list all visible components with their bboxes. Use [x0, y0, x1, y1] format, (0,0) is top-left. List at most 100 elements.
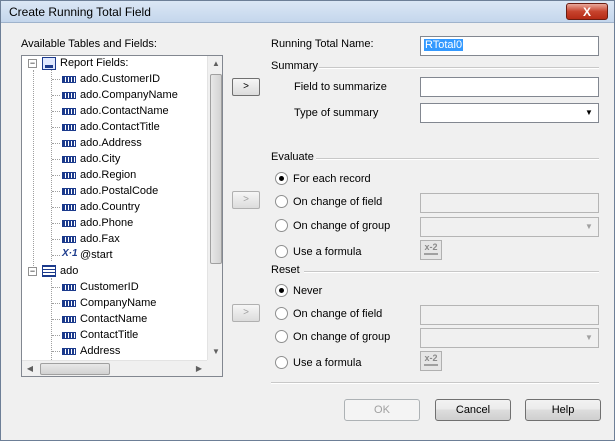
- collapse-icon[interactable]: −: [28, 59, 37, 68]
- horizontal-scrollbar[interactable]: ◀ ▶: [22, 360, 207, 376]
- field-label: ado.Region: [80, 169, 137, 181]
- ok-button[interactable]: OK: [344, 399, 420, 421]
- field-label: ContactTitle: [80, 329, 139, 341]
- reset-group-select[interactable]: ▼: [420, 328, 599, 348]
- tree-item-field[interactable]: Address: [52, 344, 207, 360]
- tree-item-field[interactable]: ado.ContactName: [52, 104, 207, 120]
- field-label: Address: [80, 345, 121, 357]
- title-bar: Create Running Total Field X: [1, 1, 614, 23]
- tree-item-field[interactable]: ado.PostalCode: [52, 184, 207, 200]
- add-reset-field-button[interactable]: >: [232, 304, 260, 322]
- evaluate-divider: [316, 158, 599, 160]
- help-button[interactable]: Help: [525, 399, 601, 421]
- evaluate-option-label: On change of field: [293, 196, 383, 208]
- scrollbar-thumb[interactable]: [40, 363, 110, 375]
- tree-item-field[interactable]: ado.City: [52, 152, 207, 168]
- field-icon: [62, 348, 76, 355]
- field-label: ado.City: [80, 153, 121, 165]
- field-icon: [62, 220, 76, 227]
- field-icon: [62, 188, 76, 195]
- tree-item-field[interactable]: ado.Country: [52, 200, 207, 216]
- vertical-scrollbar[interactable]: ▲ ▼: [207, 56, 222, 360]
- tree-node-report-fields[interactable]: − Report Fields:: [28, 56, 208, 72]
- tree-item-field[interactable]: ado.Phone: [52, 216, 207, 232]
- reset-option-label: On change of group: [293, 331, 391, 343]
- tree-line: [33, 70, 34, 270]
- formula-editor-icon: x-2: [424, 242, 438, 252]
- tree-item-field[interactable]: ado.Address: [52, 136, 207, 152]
- field-icon: [62, 124, 76, 131]
- reset-field-input[interactable]: [420, 305, 599, 325]
- field-icon: [62, 140, 76, 147]
- reset-formula-editor-button[interactable]: x-2: [420, 351, 442, 371]
- chevron-down-icon[interactable]: ▼: [581, 219, 597, 235]
- scroll-up-icon[interactable]: ▲: [208, 56, 222, 72]
- evaluate-use-formula-radio[interactable]: [275, 245, 288, 258]
- reset-divider: [304, 271, 599, 273]
- field-label: CustomerID: [80, 281, 139, 293]
- field-label: ado.Country: [80, 201, 140, 213]
- cancel-button[interactable]: Cancel: [435, 399, 511, 421]
- evaluate-for-each-record-radio[interactable]: [275, 172, 288, 185]
- tree-item-field[interactable]: ado.Region: [52, 168, 207, 184]
- evaluate-option-label: On change of group: [293, 220, 391, 232]
- reset-on-change-of-field-radio[interactable]: [275, 307, 288, 320]
- tree-item-field[interactable]: ado.ContactTitle: [52, 120, 207, 136]
- evaluate-field-input[interactable]: [420, 193, 599, 213]
- tree-item-field[interactable]: CustomerID: [52, 280, 207, 296]
- field-label: ado.ContactTitle: [80, 121, 160, 133]
- field-icon: [62, 76, 76, 83]
- field-icon: [62, 156, 76, 163]
- add-evaluate-field-button[interactable]: >: [232, 191, 260, 209]
- create-running-total-dialog: Create Running Total Field X Available T…: [0, 0, 615, 441]
- close-button[interactable]: X: [566, 3, 608, 20]
- evaluate-on-change-of-group-radio[interactable]: [275, 219, 288, 232]
- reset-never-radio[interactable]: [275, 284, 288, 297]
- reset-use-formula-radio[interactable]: [275, 356, 288, 369]
- field-label: CompanyName: [80, 297, 157, 309]
- tree-item-field[interactable]: ado.CompanyName: [52, 88, 207, 104]
- field-icon: [62, 284, 76, 291]
- tree-node-ado[interactable]: − ado: [28, 264, 208, 280]
- tree-item-field[interactable]: CompanyName: [52, 296, 207, 312]
- chevron-down-icon[interactable]: ▼: [581, 330, 597, 346]
- fields-tree[interactable]: − Report Fields: ado.CustomerID ado.Compa…: [21, 55, 223, 377]
- scrollbar-thumb[interactable]: [210, 74, 222, 264]
- window-title: Create Running Total Field: [9, 5, 151, 19]
- field-icon: [62, 332, 76, 339]
- running-total-name-input[interactable]: RTotal0: [420, 36, 599, 56]
- summary-divider: [319, 67, 599, 69]
- scroll-corner: [207, 360, 222, 376]
- collapse-icon[interactable]: −: [28, 267, 37, 276]
- field-icon: [62, 300, 76, 307]
- type-of-summary-select[interactable]: ▼: [420, 103, 599, 123]
- scroll-right-icon[interactable]: ▶: [191, 361, 207, 376]
- footer-divider: [271, 382, 599, 384]
- field-label: ContactName: [80, 313, 148, 325]
- scroll-down-icon[interactable]: ▼: [208, 344, 222, 360]
- formula-editor-icon: x-2: [424, 353, 438, 363]
- evaluate-group-select[interactable]: ▼: [420, 217, 599, 237]
- chevron-down-icon[interactable]: ▼: [581, 105, 597, 121]
- field-icon: [62, 316, 76, 323]
- evaluate-on-change-of-field-radio[interactable]: [275, 195, 288, 208]
- field-label: ado.PostalCode: [80, 185, 159, 197]
- tree-item-formula[interactable]: X·1 @start: [52, 248, 207, 264]
- add-summary-field-button[interactable]: >: [232, 78, 260, 96]
- formula-icon: X·1: [62, 248, 78, 259]
- field-to-summarize-input[interactable]: [420, 77, 599, 97]
- field-icon: [62, 172, 76, 179]
- evaluate-formula-editor-button[interactable]: x-2: [420, 240, 442, 260]
- scroll-left-icon[interactable]: ◀: [22, 361, 38, 376]
- field-to-summarize-label: Field to summarize: [294, 81, 387, 93]
- tree-item-field[interactable]: ado.CustomerID: [52, 72, 207, 88]
- reset-option-label: On change of field: [293, 308, 383, 320]
- tree-item-field[interactable]: ContactTitle: [52, 328, 207, 344]
- reset-option-label: Never: [293, 285, 323, 297]
- running-total-name-label: Running Total Name:: [271, 38, 374, 50]
- reset-option-label: Use a formula: [293, 357, 362, 369]
- tree-item-field[interactable]: ContactName: [52, 312, 207, 328]
- tree-item-field[interactable]: ado.Fax: [52, 232, 207, 248]
- reset-heading: Reset: [271, 264, 300, 276]
- reset-on-change-of-group-radio[interactable]: [275, 330, 288, 343]
